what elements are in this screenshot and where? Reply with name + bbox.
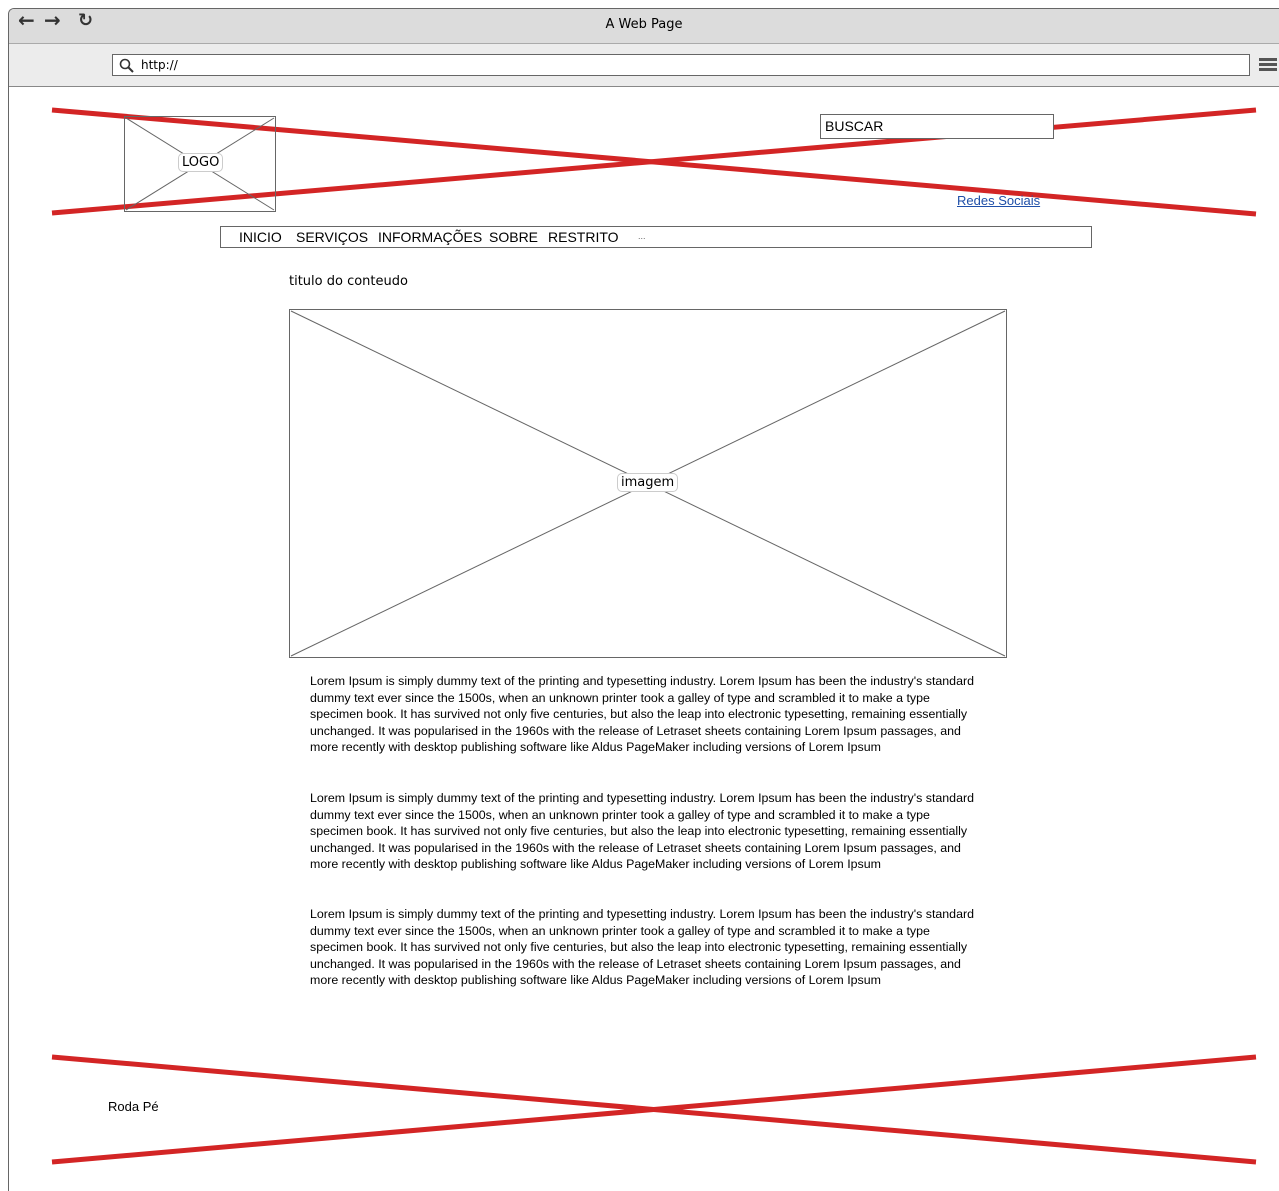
arrow-right-icon[interactable]: → bbox=[44, 10, 61, 30]
content-paragraph: Lorem Ipsum is simply dummy text of the … bbox=[310, 907, 974, 988]
nav-item-informacoes[interactable]: INFORMAÇÕES bbox=[378, 229, 482, 245]
nav-more[interactable]: ... bbox=[638, 231, 646, 241]
nav-item-sobre[interactable]: SOBRE bbox=[489, 229, 538, 245]
nav-item-inicio[interactable]: INICIO bbox=[239, 229, 282, 245]
main-nav: INICIO SERVIÇOS INFORMAÇÕES SOBRE RESTRI… bbox=[220, 226, 1092, 248]
nav-item-restrito[interactable]: RESTRITO bbox=[548, 229, 619, 245]
content-title: titulo do conteudo bbox=[289, 274, 408, 289]
url-text: http:// bbox=[141, 58, 178, 72]
title-bar: A Web Page bbox=[9, 9, 1279, 44]
image-label: imagem bbox=[617, 473, 679, 492]
content-paragraph: Lorem Ipsum is simply dummy text of the … bbox=[310, 791, 974, 872]
url-field[interactable]: http:// bbox=[112, 54, 1250, 76]
hamburger-icon[interactable] bbox=[1259, 58, 1277, 72]
social-link[interactable]: Redes Sociais bbox=[957, 193, 1040, 208]
nav-item-servicos[interactable]: SERVIÇOS bbox=[296, 229, 368, 245]
arrow-left-icon[interactable]: ← bbox=[18, 10, 35, 30]
logo-label: LOGO bbox=[178, 153, 224, 172]
content-paragraph: Lorem Ipsum is simply dummy text of the … bbox=[310, 674, 974, 755]
window-title: A Web Page bbox=[605, 17, 683, 32]
search-input[interactable]: BUSCAR bbox=[820, 114, 1054, 139]
footer-label: Roda Pé bbox=[108, 1099, 159, 1114]
magnifier-icon bbox=[119, 58, 134, 73]
reload-icon[interactable]: ↻ bbox=[78, 11, 93, 31]
